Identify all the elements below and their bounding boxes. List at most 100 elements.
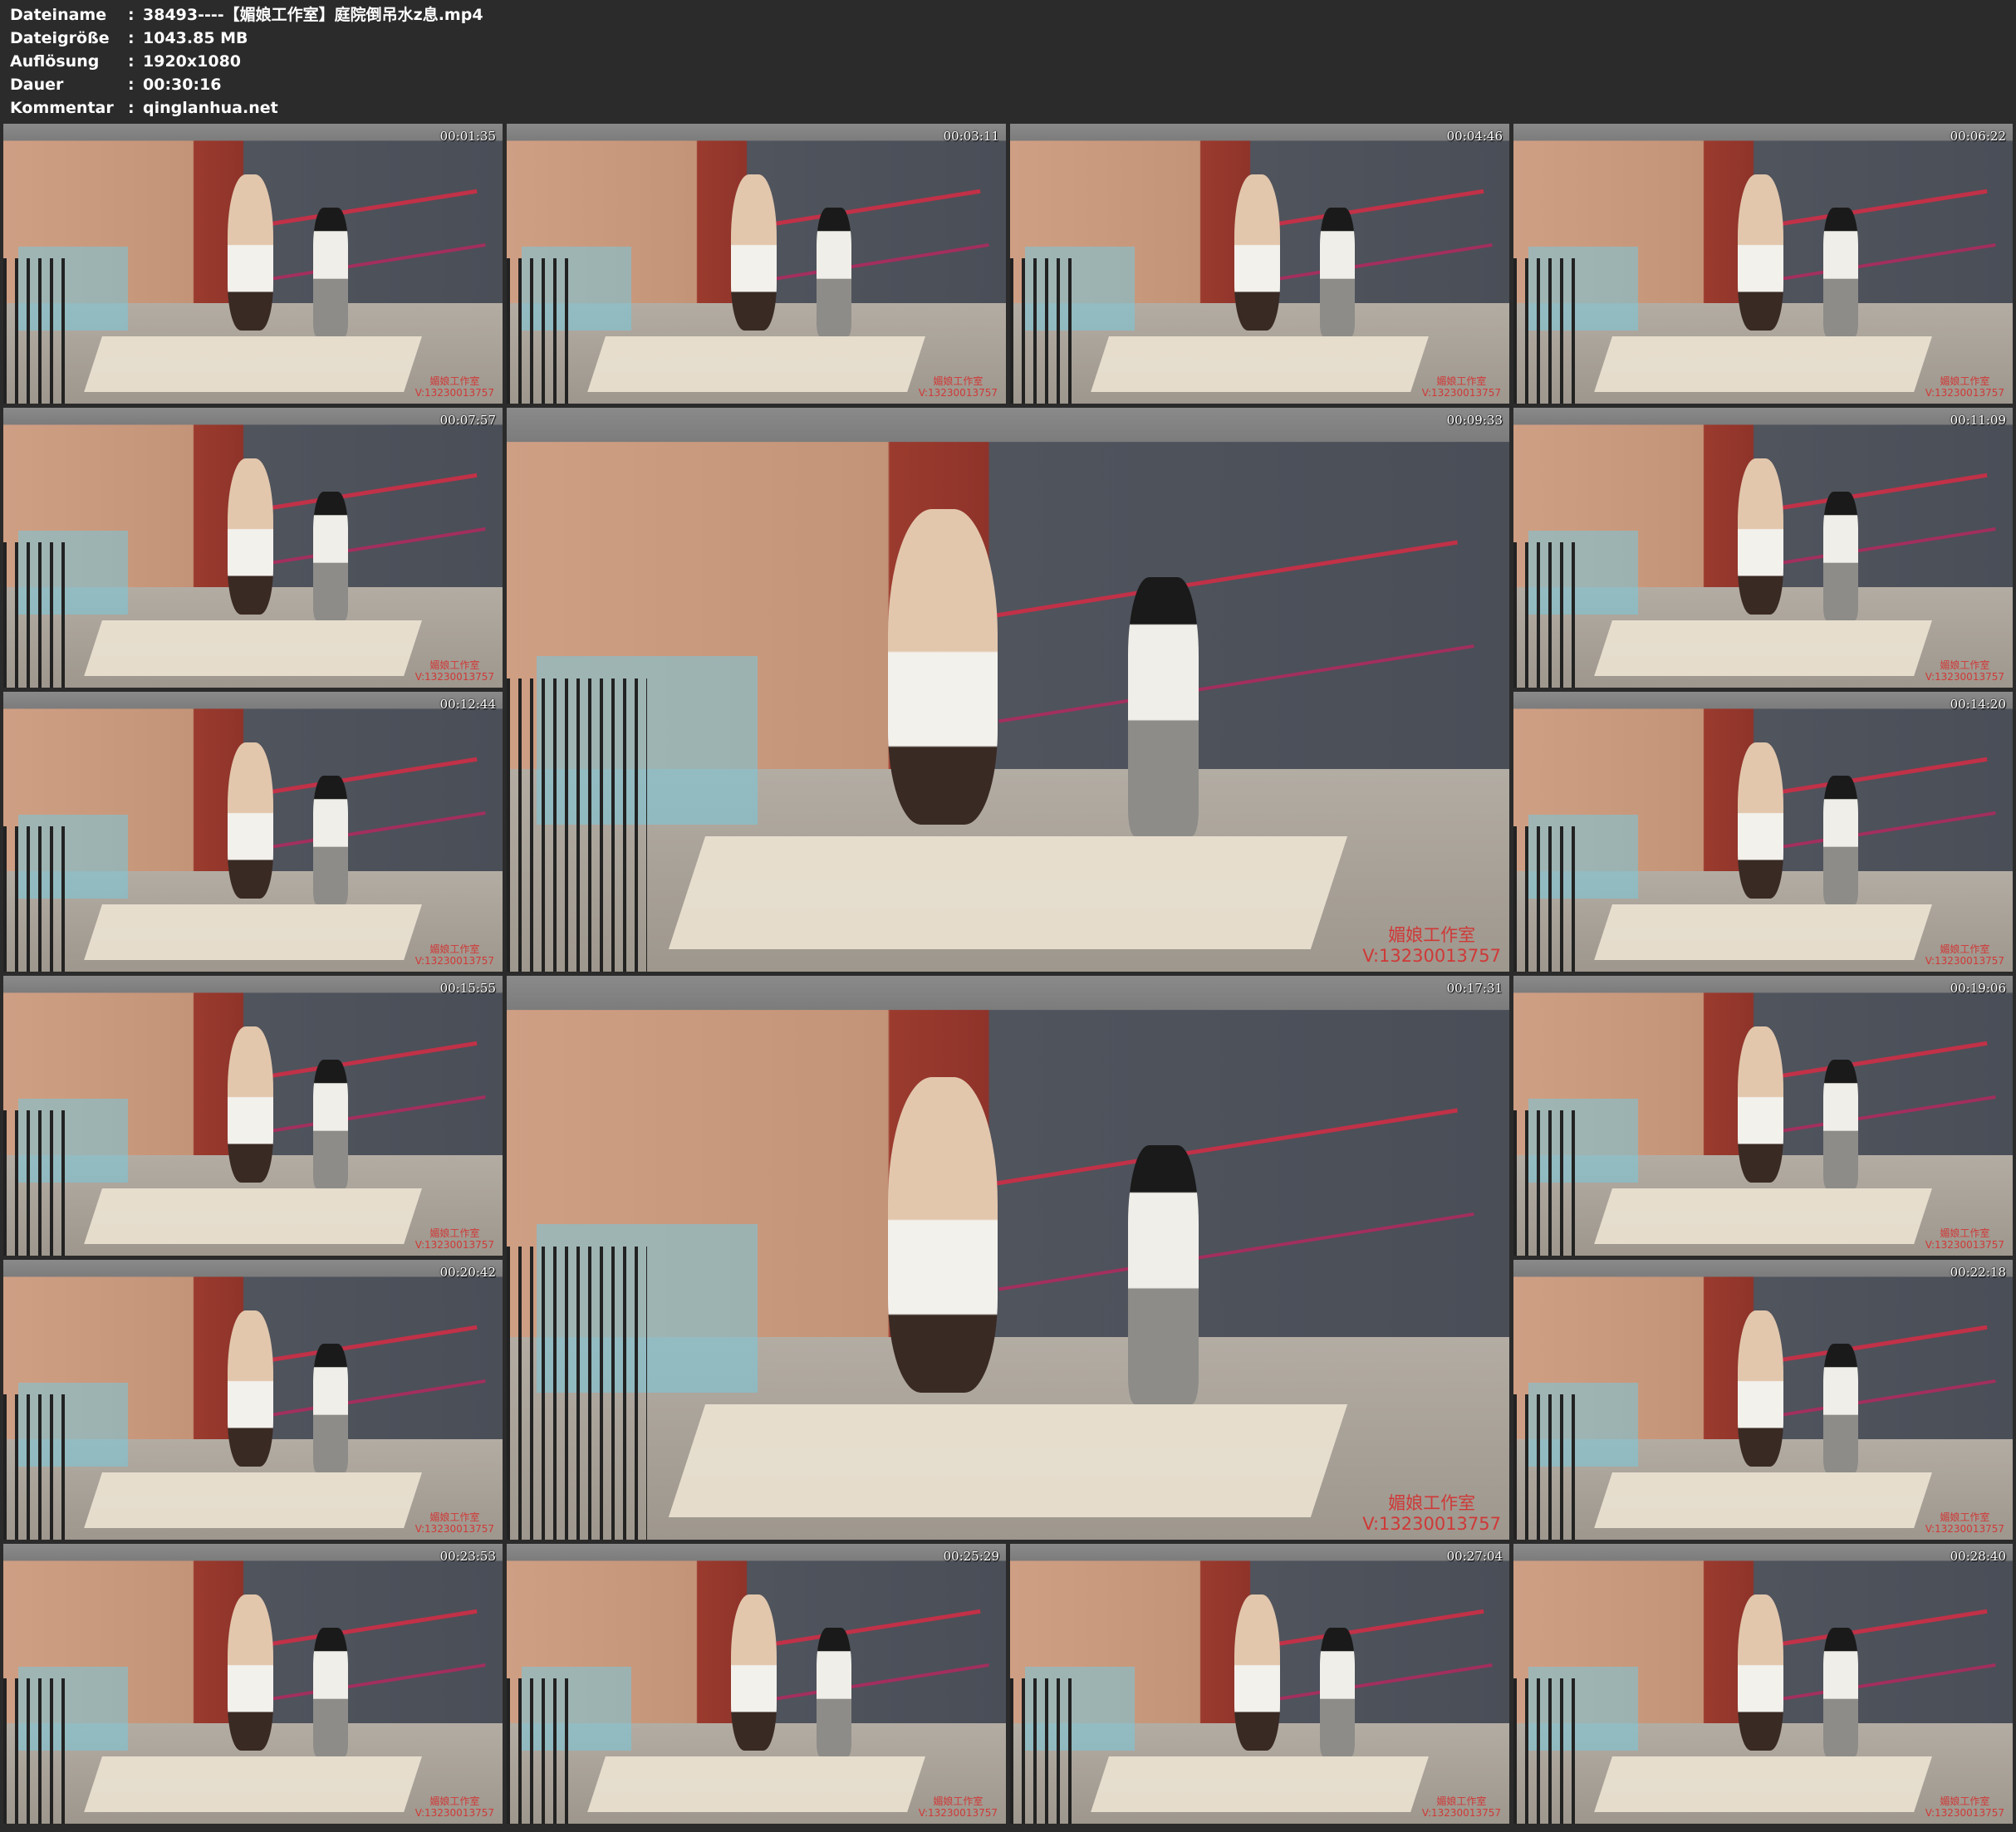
scene-mat [587, 336, 925, 393]
watermark: 媚娘工作室 V:13230013757 [919, 1795, 998, 1819]
scene-person [1822, 1344, 1858, 1473]
scene-cage [1513, 1678, 1584, 1824]
scene-hammock [239, 1609, 486, 1704]
scene-person [1822, 776, 1858, 905]
watermark-line: V:13230013757 [1925, 387, 2004, 399]
watermark-line: 媚娘工作室 [1388, 925, 1476, 945]
scene-hammock [1749, 757, 1996, 852]
thumbnail-frame: 00:15:55 媚娘工作室 V:13230013757 [3, 976, 503, 1256]
watermark-line: 媚娘工作室 [429, 1511, 480, 1523]
watermark-line: 媚娘工作室 [933, 375, 983, 387]
watermark: 媚娘工作室 V:13230013757 [1925, 1511, 2004, 1535]
scene-person [1822, 1628, 1858, 1757]
scene-hammock [239, 1041, 486, 1136]
scene-hammock [1246, 1609, 1493, 1704]
watermark-line: V:13230013757 [1362, 946, 1501, 966]
comment-value: qinglanhua.net [143, 99, 278, 117]
scene-cage [1513, 257, 1584, 404]
watermark-line: V:13230013757 [1362, 1514, 1501, 1534]
resolution-sep: : [128, 52, 135, 71]
thumbnail-frame: 00:22:18 媚娘工作室 V:13230013757 [1513, 1260, 2013, 1540]
comment-sep: : [128, 99, 135, 117]
watermark-line: V:13230013757 [1925, 671, 2004, 683]
watermark-line: 媚娘工作室 [1436, 375, 1487, 387]
watermark-line: 媚娘工作室 [1940, 1795, 1990, 1807]
timestamp-label: 00:04:46 [1446, 129, 1503, 144]
scene-cage [3, 825, 74, 972]
watermark-line: V:13230013757 [414, 1239, 494, 1251]
resolution-value: 1920x1080 [143, 52, 242, 71]
scene-figure [887, 1077, 998, 1394]
watermark: 媚娘工作室 V:13230013757 [1925, 375, 2004, 399]
scene-mat [84, 1756, 422, 1813]
watermark: 媚娘工作室 V:13230013757 [415, 375, 494, 399]
watermark: 媚娘工作室 V:13230013757 [415, 1227, 494, 1251]
scene-figure [228, 174, 273, 331]
scene-mat [84, 1472, 422, 1529]
watermark-line: V:13230013757 [1421, 387, 1501, 399]
thumbnail-frame: 00:06:22 媚娘工作室 V:13230013757 [1513, 124, 2013, 404]
watermark-line: V:13230013757 [1421, 1807, 1501, 1819]
scene-person [1822, 492, 1858, 621]
scene-figure [1738, 174, 1783, 331]
watermark: 媚娘工作室 V:13230013757 [415, 659, 494, 683]
scene-mat [669, 1404, 1347, 1517]
watermark: 媚娘工作室 V:13230013757 [919, 375, 998, 399]
scene-hammock [743, 1609, 989, 1704]
watermark-line: 媚娘工作室 [429, 375, 480, 387]
scene-hammock [1749, 1325, 1996, 1420]
scene-figure [1234, 174, 1280, 331]
scene-mat [1594, 904, 1932, 961]
scene-hammock [239, 757, 486, 852]
resolution-key: Auflösung [10, 52, 100, 71]
scene-hammock [1749, 189, 1996, 284]
filesize-key: Dateigröße [10, 29, 110, 47]
scene-cage [507, 257, 577, 404]
watermark: 媚娘工作室 V:13230013757 [415, 1795, 494, 1819]
filename-sep: : [128, 6, 135, 24]
timestamp-label: 00:25:29 [943, 1549, 999, 1564]
scene-figure [1738, 1310, 1783, 1467]
scene-figure [228, 458, 273, 615]
thumbnail-frame: 00:11:09 媚娘工作室 V:13230013757 [1513, 408, 2013, 688]
watermark: 媚娘工作室 V:13230013757 [1925, 659, 2004, 683]
scene-cage [1010, 1678, 1081, 1824]
watermark-line: V:13230013757 [1925, 955, 2004, 967]
thumbnail-frame: 00:03:11 媚娘工作室 V:13230013757 [507, 124, 1006, 404]
watermark: 媚娘工作室 V:13230013757 [1925, 1227, 2004, 1251]
scene-person [1319, 208, 1355, 337]
thumbnail-frame: 00:09:33 媚娘工作室 V:13230013757 [507, 408, 1509, 972]
scene-mat [1594, 620, 1932, 677]
scene-mat [587, 1756, 925, 1813]
scene-figure [228, 742, 273, 899]
scene-figure [228, 1594, 273, 1751]
watermark-line: V:13230013757 [918, 1807, 998, 1819]
watermark: 媚娘工作室 V:13230013757 [1422, 1795, 1501, 1819]
scene-person [312, 1060, 348, 1189]
watermark-line: 媚娘工作室 [1940, 943, 1990, 955]
watermark: 媚娘工作室 V:13230013757 [1925, 1795, 2004, 1819]
watermark-line: V:13230013757 [918, 387, 998, 399]
watermark-line: 媚娘工作室 [429, 1795, 480, 1807]
watermark: 媚娘工作室 V:13230013757 [1362, 925, 1501, 967]
scene-cage [1513, 1109, 1584, 1256]
scene-mat [84, 1188, 422, 1245]
comment-key: Kommentar [10, 99, 114, 117]
watermark-line: 媚娘工作室 [429, 943, 480, 955]
scene-cage [507, 678, 647, 972]
timestamp-label: 00:23:53 [439, 1549, 496, 1564]
thumbnail-frame: 00:25:29 媚娘工作室 V:13230013757 [507, 1544, 1006, 1824]
scene-figure [1738, 458, 1783, 615]
scene-mat [1091, 1756, 1429, 1813]
watermark-line: 媚娘工作室 [1388, 1493, 1476, 1513]
filename-row: Dateiname : 38493----【媚娘工作室】庭院倒吊水z息.mp4 [10, 3, 483, 27]
scene-mat [1594, 1188, 1932, 1245]
scene-hammock [1749, 473, 1996, 568]
watermark-line: 媚娘工作室 [1940, 1511, 1990, 1523]
thumbnail-frame: 00:19:06 媚娘工作室 V:13230013757 [1513, 976, 2013, 1256]
scene-cage [3, 1394, 74, 1540]
watermark-line: V:13230013757 [414, 955, 494, 967]
watermark-line: 媚娘工作室 [1940, 659, 1990, 671]
scene-mat [1594, 336, 1932, 393]
scene-person [816, 208, 851, 337]
